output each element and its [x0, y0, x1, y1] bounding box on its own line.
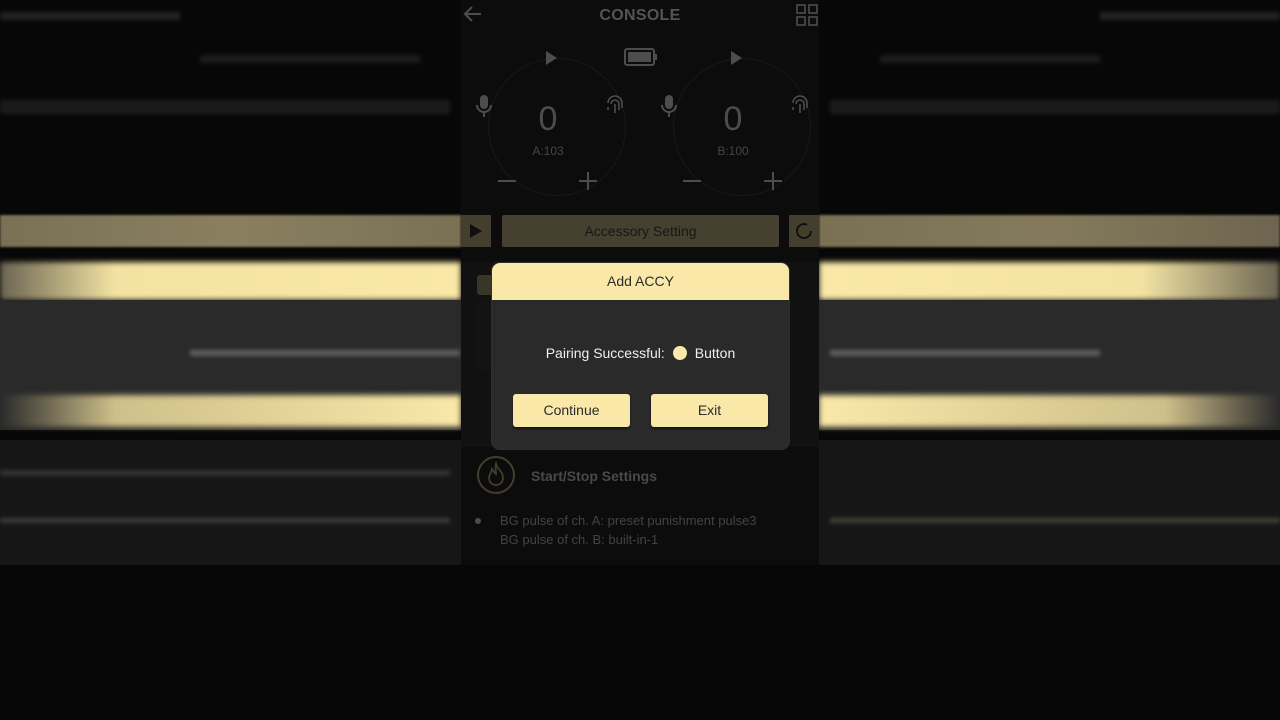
backdrop-streak [0, 518, 450, 523]
backdrop-band [0, 395, 461, 427]
pairing-status-text: Pairing Successful: [545, 345, 665, 361]
backdrop-band [819, 440, 1280, 565]
exit-button[interactable]: Exit [651, 394, 768, 427]
backdrop-streak [1100, 12, 1280, 20]
continue-button[interactable]: Continue [513, 394, 630, 427]
backdrop-streak [880, 55, 1100, 63]
backdrop-band [0, 215, 461, 247]
backdrop-streak [0, 100, 450, 114]
backdrop-band [819, 395, 1280, 427]
status-dot-icon [672, 346, 687, 360]
backdrop-streak [830, 518, 1280, 523]
dialog-title: Add ACCY [492, 263, 789, 300]
pairing-message: Pairing Successful: Button [492, 345, 789, 361]
backdrop-band [0, 262, 461, 300]
backdrop-streak [830, 100, 1280, 114]
backdrop-band [819, 262, 1280, 300]
backdrop-band [819, 215, 1280, 247]
backdrop-streak [0, 12, 180, 20]
backdrop-streak [0, 470, 450, 476]
paired-device-name: Button [694, 345, 736, 361]
backdrop-band [0, 440, 461, 565]
add-accessory-dialog: Add ACCY Pairing Successful: Button Conti… [492, 263, 789, 449]
backdrop-streak [830, 350, 1100, 356]
backdrop-streak [190, 350, 460, 356]
backdrop-streak [200, 55, 420, 63]
